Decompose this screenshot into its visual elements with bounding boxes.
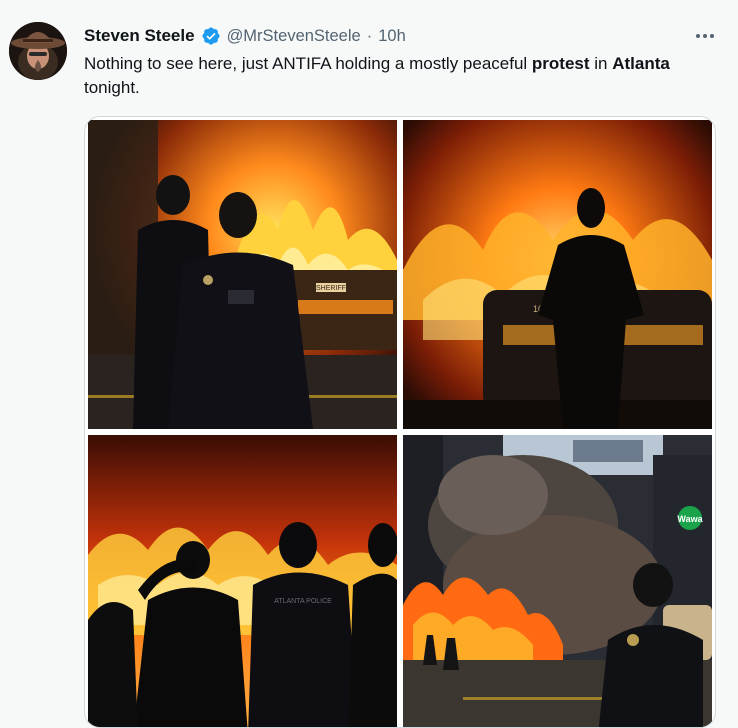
more-options-icon[interactable] xyxy=(690,26,720,46)
tweet-text-bold-atlanta: Atlanta xyxy=(612,54,670,73)
vehicle-label: SHERIFF xyxy=(316,285,346,292)
tweet[interactable]: Steven Steele @MrStevenSteele · 10h Noth… xyxy=(0,0,738,728)
photo-officers-watching-fire[interactable]: ATLANTA POLICE xyxy=(88,435,397,727)
media-grid: SHERIFF ATLANTA POLICE Wawa xyxy=(84,116,716,728)
tweet-text-bold-protest: protest xyxy=(531,54,590,73)
store-sign: Wawa xyxy=(677,514,703,524)
timestamp[interactable]: 10h xyxy=(378,27,406,46)
avatar[interactable] xyxy=(9,22,67,80)
display-name[interactable]: Steven Steele xyxy=(84,26,195,46)
tweet-text: Nothing to see here, just ANTIFA holding… xyxy=(84,52,704,100)
user-handle[interactable]: @MrStevenSteele xyxy=(227,27,361,46)
tweet-text-part: in xyxy=(589,54,613,73)
photo-police-burning-car[interactable]: SHERIFF xyxy=(88,120,397,429)
profile-photo xyxy=(9,22,67,80)
separator-dot: · xyxy=(366,26,373,45)
tweet-text-part: tonight. xyxy=(84,78,140,97)
photo-street-smoke[interactable]: Wawa xyxy=(403,435,712,727)
verified-badge-icon xyxy=(202,27,220,45)
vest-label: ATLANTA POLICE xyxy=(274,598,332,605)
tweet-header: Steven Steele @MrStevenSteele · 10h xyxy=(84,24,406,48)
photo-officer-silhouette-fire[interactable]: 1070 xyxy=(403,120,712,429)
tweet-text-part: Nothing to see here, just ANTIFA holding… xyxy=(84,54,532,73)
